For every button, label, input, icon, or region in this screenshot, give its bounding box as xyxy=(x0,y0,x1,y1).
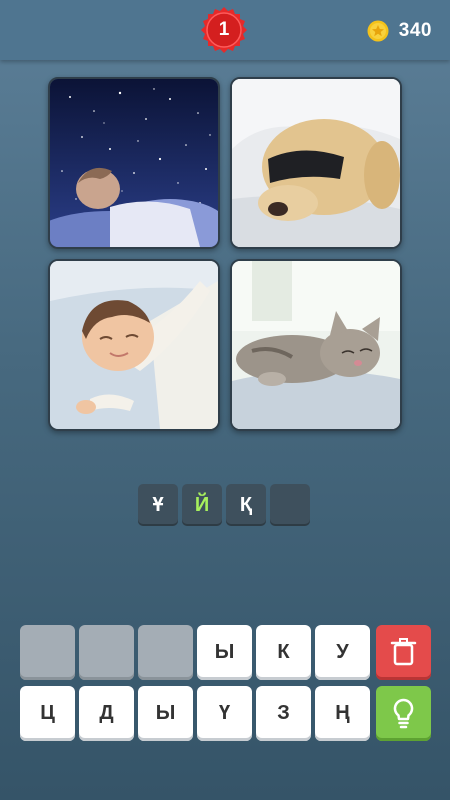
letter-key-used xyxy=(79,625,134,680)
letter-key[interactable]: Д xyxy=(79,686,134,741)
letter-key[interactable]: К xyxy=(256,625,311,680)
delete-button[interactable] xyxy=(376,625,431,680)
level-number: 1 xyxy=(218,19,230,40)
hint-button[interactable] xyxy=(376,686,431,741)
coin-star-icon xyxy=(367,20,389,42)
dog-sleeping-image xyxy=(232,79,400,247)
letter-key[interactable]: Ү xyxy=(197,686,252,741)
trash-icon xyxy=(390,638,417,666)
letter-key[interactable]: У xyxy=(315,625,370,680)
photo-child-under-stars[interactable] xyxy=(48,77,220,249)
coin-counter[interactable]: 340 xyxy=(367,18,432,44)
answer-slot-4-empty[interactable] xyxy=(270,484,310,526)
letter-key[interactable]: Ң xyxy=(315,686,370,741)
letter-key[interactable]: Ц xyxy=(20,686,75,741)
child-sleeping-image xyxy=(50,79,218,247)
photo-dog-eye-mask[interactable] xyxy=(230,77,402,249)
answer-slot-3[interactable]: Қ xyxy=(226,484,266,526)
answer-slot-2-hint[interactable]: Й xyxy=(182,484,222,526)
photo-baby-sleeping[interactable] xyxy=(48,259,220,431)
letter-key-used xyxy=(20,625,75,680)
letter-key[interactable]: Ы xyxy=(138,686,193,741)
kitten-sleeping-image xyxy=(232,261,400,429)
answer-slot-1[interactable]: Ұ xyxy=(138,484,178,526)
letter-key-used xyxy=(138,625,193,680)
answer-slots: Ұ Й Қ xyxy=(138,484,312,526)
letter-key[interactable]: Ы xyxy=(197,625,252,680)
photo-grid xyxy=(48,77,402,431)
letter-keyboard: Ы К У Ц Д Ы Ү З Ң xyxy=(20,625,432,741)
photo-kitten-sleeping[interactable] xyxy=(230,259,402,431)
level-badge: 1 xyxy=(200,6,248,54)
coin-count: 340 xyxy=(398,20,432,41)
top-bar: 1 340 xyxy=(0,0,450,60)
baby-sleeping-image xyxy=(50,261,218,429)
lightbulb-icon xyxy=(393,698,414,729)
letter-key[interactable]: З xyxy=(256,686,311,741)
